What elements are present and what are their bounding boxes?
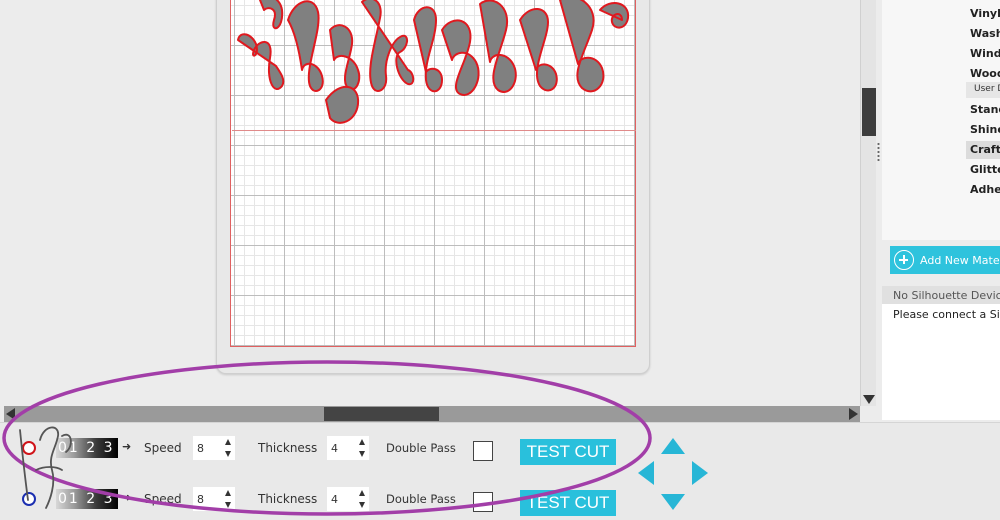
thickness-value: 4 <box>331 442 338 455</box>
spinner-down-icon[interactable] <box>225 502 231 508</box>
scroll-right-arrow-icon[interactable] <box>849 408 858 420</box>
test-cut-button[interactable]: TEST CUT <box>520 439 616 465</box>
spinner-down-icon[interactable] <box>359 502 365 508</box>
design-canvas[interactable] <box>0 0 860 406</box>
speed-label: Speed <box>144 441 182 455</box>
plus-circle-icon <box>894 250 914 270</box>
letter-stroke <box>259 0 284 30</box>
thickness-label: Thickness <box>258 441 318 455</box>
arrow-right-icon: ➜ <box>122 440 132 453</box>
grip-dots-icon[interactable] <box>877 142 880 162</box>
speed-label: Speed <box>144 492 182 506</box>
letter-stroke <box>237 33 285 90</box>
letter-stroke <box>519 8 558 92</box>
letter-stroke <box>479 0 517 93</box>
scroll-down-arrow-icon[interactable] <box>863 395 875 404</box>
double-pass-checkbox[interactable] <box>473 492 493 512</box>
material-item[interactable]: Stand <box>970 103 1000 116</box>
speed-value: 8 <box>197 442 204 455</box>
add-new-material-button[interactable]: Add New Mate <box>890 246 1000 274</box>
material-item[interactable]: Vinyl, <box>970 7 1000 20</box>
scroll-left-arrow-icon[interactable] <box>6 408 15 420</box>
speed-value: 8 <box>197 493 204 506</box>
spinner-up-icon[interactable] <box>225 490 231 496</box>
letter-stroke <box>329 24 361 91</box>
thankful-lettering-design[interactable] <box>230 0 640 135</box>
material-list: Vinyl, Washi Windo Wood User D Stand Shi… <box>882 0 1000 240</box>
tool-2-position-strip: 01 2 3 4 <box>56 489 118 509</box>
material-item[interactable]: Shine <box>970 123 1000 136</box>
material-item[interactable]: Glitter <box>970 163 1000 176</box>
silhouette-studio-window: Vinyl, Washi Windo Wood User D Stand Shi… <box>0 0 1000 520</box>
thickness-value: 4 <box>331 493 338 506</box>
spinner-up-icon[interactable] <box>359 490 365 496</box>
material-item-selected[interactable]: Craft I <box>966 141 1000 159</box>
speed-spinner[interactable]: 8 <box>193 487 235 511</box>
tool-2-row: 01 2 3 4 ➜ Speed 8 Thickness 4 Double Pa… <box>0 479 700 519</box>
letter-stroke <box>559 0 605 93</box>
move-up-arrow-icon[interactable] <box>661 438 685 454</box>
tool-1-position-strip: 01 2 3 4 <box>56 438 118 458</box>
letter-stroke <box>361 0 415 92</box>
double-pass-checkbox[interactable] <box>473 441 493 461</box>
thickness-label: Thickness <box>258 492 318 506</box>
tool-1-row: 01 2 3 4 ➜ Speed 8 Thickness 4 Double Pa… <box>0 428 700 468</box>
thickness-spinner[interactable]: 4 <box>327 487 369 511</box>
letter-stroke <box>413 6 443 93</box>
double-pass-label: Double Pass <box>386 492 456 506</box>
test-cut-panel: 01 2 3 4 ➜ Speed 8 Thickness 4 Double Pa… <box>0 422 1000 520</box>
move-right-arrow-icon[interactable] <box>692 461 708 485</box>
device-status-message: Please connect a Silh <box>882 304 1000 420</box>
spinner-down-icon[interactable] <box>225 451 231 457</box>
add-new-material-label: Add New Mate <box>920 254 1000 267</box>
letter-stroke <box>441 19 480 96</box>
spinner-up-icon[interactable] <box>225 439 231 445</box>
arrow-right-icon: ➜ <box>122 491 132 504</box>
double-pass-label: Double Pass <box>386 441 456 455</box>
speed-spinner[interactable]: 8 <box>193 436 235 460</box>
letter-stroke <box>325 85 360 124</box>
letter-stroke <box>287 0 324 92</box>
vertical-scrollbar[interactable] <box>860 0 876 406</box>
tool-2-blue-circle-icon[interactable] <box>22 492 36 506</box>
tool-1-red-circle-icon[interactable] <box>22 441 36 455</box>
material-item[interactable]: Washi <box>970 27 1000 40</box>
move-down-arrow-icon[interactable] <box>661 494 685 510</box>
material-item[interactable]: Windo <box>970 47 1000 60</box>
horizontal-scrollbar[interactable] <box>4 406 860 422</box>
horizontal-scroll-thumb[interactable] <box>324 407 439 421</box>
thickness-spinner[interactable]: 4 <box>327 436 369 460</box>
material-item[interactable]: Wood <box>970 67 1000 80</box>
letter-stroke <box>599 2 630 29</box>
device-status-header: No Silhouette Device <box>882 286 1000 304</box>
move-left-arrow-icon[interactable] <box>638 461 654 485</box>
material-item-user-defined[interactable]: User D <box>966 82 1000 98</box>
spinner-down-icon[interactable] <box>359 451 365 457</box>
blade-position-dpad <box>636 438 710 510</box>
send-panel: Vinyl, Washi Windo Wood User D Stand Shi… <box>882 0 1000 420</box>
material-item[interactable]: Adhes <box>970 183 1000 196</box>
vertical-scroll-thumb[interactable] <box>862 88 876 136</box>
spinner-up-icon[interactable] <box>359 439 365 445</box>
test-cut-button[interactable]: TEST CUT <box>520 490 616 516</box>
